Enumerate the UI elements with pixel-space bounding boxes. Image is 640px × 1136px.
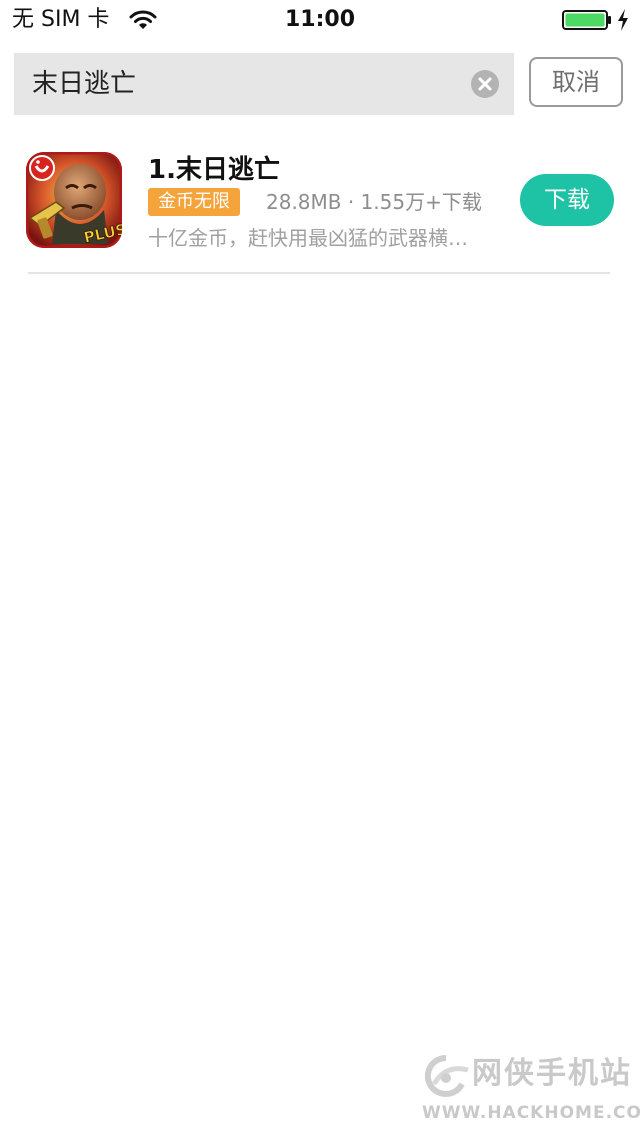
watermark: 网侠手机站 WWW.HACKHOME.COM — [412, 1040, 640, 1132]
cancel-button[interactable]: 取消 — [529, 57, 623, 107]
tag-badge: 金币无限 — [148, 188, 240, 216]
download-button[interactable]: 下载 — [520, 174, 614, 226]
app-title[interactable]: 1.末日逃亡 — [148, 154, 280, 186]
watermark-url: WWW.HACKHOME.COM — [422, 1103, 640, 1123]
battery-icon — [562, 10, 612, 30]
list-item[interactable]: PLUS 1.末日逃亡 金币无限 28.8MB · 1.55万+下载 十亿金币，… — [0, 138, 640, 274]
divider — [28, 272, 610, 274]
app-description: 十亿金币，赶快用最凶猛的武器横… — [148, 226, 468, 250]
status-time: 11:00 — [284, 7, 356, 32]
clear-icon[interactable] — [471, 70, 499, 98]
search-field[interactable]: 末日逃亡 — [14, 53, 514, 115]
watermark-logo-icon — [416, 1054, 476, 1098]
charging-icon — [616, 8, 630, 32]
watermark-title: 网侠手机站 — [472, 1056, 632, 1091]
app-icon[interactable]: PLUS — [26, 152, 122, 248]
app-meta: 28.8MB · 1.55万+下载 — [266, 190, 482, 214]
search-input[interactable]: 末日逃亡 — [32, 53, 136, 115]
result-index: 1. — [148, 155, 176, 185]
app-name: 末日逃亡 — [175, 155, 280, 185]
status-bar: 无 SIM 卡 11:00 — [0, 0, 640, 40]
